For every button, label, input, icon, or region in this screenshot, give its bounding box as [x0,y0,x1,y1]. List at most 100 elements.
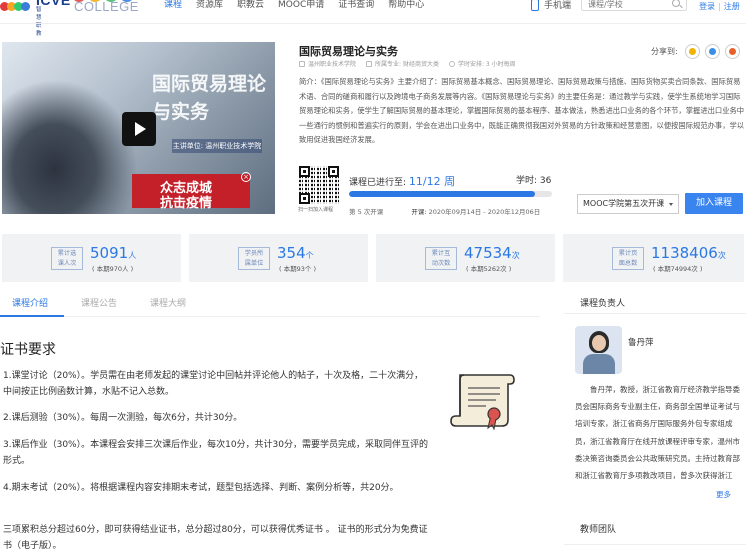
meta-arrangement-text: 学时安排: 3 小时每周 [457,61,516,68]
cover-school-tag: 主讲单位: 温州职业技术学院 [172,139,262,153]
instructor-name[interactable]: 鲁丹萍 [628,336,654,348]
instructor-bio: 鲁丹萍，教授，浙江省教育厅经济教学指导委员会国际商务专业副主任，商务部全国单证考… [575,385,740,481]
cert-requirement-1: 1.课堂讨论（20%）。学员需在由老师发起的课堂讨论中回帖并评论他人的帖子，十次… [3,371,424,397]
tab-course-intro[interactable]: 课程介绍 [12,296,48,309]
nav-link-course[interactable]: 课程 [164,0,182,10]
share-label: 分享到: [651,47,678,56]
certificate-heading: 证书要求 [0,342,56,358]
stat-card-interactions: 累计互动次数 47534次 ( 本期5262次 ) [376,234,555,282]
site-logo[interactable]: ICVE 智慧职教 COLLEGE [0,0,138,37]
active-tab-indicator [0,315,64,317]
course-meta: 温州职业技术学院 所属专业: 财经商贸大类 学时安排: 3 小时每周 [299,59,516,68]
register-link[interactable]: 注册 [724,2,740,11]
chevron-down-icon [669,203,673,206]
cover-title-line2: 与实务 [152,101,210,123]
nav-link-cloud[interactable]: 职教云 [237,0,264,10]
schedule: 第 5 次开课 开课: 2020年09月14日 - 2020年12月06日 [349,206,540,216]
meta-school[interactable]: 温州职业技术学院 [299,59,356,68]
stat-tag-line1: 学员所 [244,250,264,257]
stat-value: 5091人 [90,244,136,262]
cert-requirement-4: 4.期末考试（20%）。将根据课程内容安排期末考试，题型包括选择、判断、案例分析… [3,483,399,493]
school-icon [299,61,305,67]
banner-close-icon[interactable]: × [241,172,251,182]
stat-tag-line1: 累计页 [618,250,638,257]
study-hours: 学时: 36 [516,176,552,186]
stat-tag-line1: 累计互 [431,250,451,257]
stat-unit: 个 [305,251,314,260]
qr-caption: 扫一扫加入课程 [298,207,334,213]
search-input[interactable] [582,0,668,10]
stat-value: 354个 [277,244,314,262]
instructor-divider [564,313,746,314]
nav-link-resource[interactable]: 资源库 [196,0,223,10]
book-icon [366,61,373,67]
meta-arrangement: 学时安排: 3 小时每周 [448,59,516,68]
nav-link-mooc-apply[interactable]: MOOC申请 [278,0,324,10]
stat-sub: ( 本期970人 ) [92,265,134,273]
more-link[interactable]: 更多 [712,489,731,500]
stat-sub: ( 本期74994次 ) [653,265,703,273]
course-intro: 简介：《国际贸易理论与实务》主要介绍了：国际贸易基本概念、国际贸易理论、国际贸易… [299,77,745,145]
meta-major-text: 所属专业: 财经商贸大类 [375,61,439,68]
nav-link-cert-query[interactable]: 证书查询 [338,0,374,10]
stat-tag: 累计选 课人次 [51,247,83,270]
stat-value: 47534次 [464,244,520,262]
nav-divider [0,23,746,24]
cert-requirement-2: 2.课后测验（30%）。每周一次测验，每次6分，共计30分。 [3,413,243,423]
avatar-face [592,335,606,351]
progress-label-text: 课程已进行至: [349,178,407,188]
tab-announcements[interactable]: 课程公告 [81,296,117,309]
course-title: 国际贸易理论与实务 [299,45,398,58]
term-select[interactable]: MOOC学院第五次开课 [577,194,679,214]
weibo-share-icon[interactable] [724,44,740,59]
stat-tag: 学员所 属单位 [238,247,270,270]
cover-title-line1: 国际贸易理论 [152,73,267,95]
team-heading: 教师团队 [580,525,617,535]
qr-corner [328,166,339,177]
mobile-label: 手机端 [544,1,572,11]
stat-card-enrollments: 累计选 课人次 5091人 ( 本期970人 ) [2,234,181,282]
nav-link-help[interactable]: 帮助中心 [388,0,424,10]
covid-banner[interactable]: 众志成城 抗击疫情 [132,174,250,211]
dates-label: 开课: [411,208,427,216]
avatar[interactable] [575,326,622,374]
college-text: COLLEGE [74,0,139,14]
join-course-button[interactable]: 加入课程 [685,193,743,214]
stat-unit: 次 [511,251,520,260]
stat-card-units: 学员所 属单位 354个 ( 本期93个 ) [189,234,368,282]
instructor-heading: 课程负责人 [580,299,626,309]
play-icon[interactable] [122,112,156,146]
clock-icon [448,61,455,67]
stat-sub: ( 本期5262次 ) [466,265,512,273]
top-nav: ICVE 智慧职教 COLLEGE 课程 资源库 职教云 MOOC申请 证书查询… [0,0,746,37]
qr-corner [299,166,310,177]
stat-sub: ( 本期93个 ) [279,265,316,273]
tab-syllabus[interactable]: 课程大纲 [150,296,186,309]
qq-share-icon[interactable] [704,44,720,59]
cert-summary: 三项累积总分超过60分，即可获得结业证书，总分超过80分，可以获得优秀证书 。 … [3,525,428,551]
cover-title: 国际贸易理论 与实务 [152,70,266,126]
share-bar: 分享到: [651,44,740,59]
meta-school-text: 温州职业技术学院 [308,61,357,68]
stat-number: 47534 [464,244,512,262]
login-link[interactable]: 登录 [699,2,715,11]
logo-mark-icon [0,0,30,14]
qzone-share-icon[interactable] [684,44,700,59]
session-text: 第 5 次开课 [349,208,384,216]
stat-unit: 人 [128,251,137,260]
auth-links: 登录 | 注册 [699,1,740,12]
logo-subtext: 智慧职教 [36,7,42,37]
dates-text: 2020年09月14日 - 2020年12月06日 [428,208,541,216]
stat-tag: 累计页 面总数 [612,247,644,270]
course-cover-video[interactable]: 国际贸易理论 与实务 主讲单位: 温州职业技术学院 众志成城 抗击疫情 × [2,42,275,214]
content-tabs: 课程介绍 课程公告 课程大纲 [0,290,540,317]
avatar-body [583,354,615,374]
stat-tag-line2: 动次数 [431,260,451,267]
search-icon[interactable] [672,0,680,7]
mobile-link[interactable]: 手机端 [531,0,571,11]
phone-icon [531,0,539,11]
stat-number: 5091 [90,244,129,262]
progress-bar [349,191,552,197]
stat-number: 354 [277,244,306,262]
stat-tag: 累计互 动次数 [425,247,457,270]
